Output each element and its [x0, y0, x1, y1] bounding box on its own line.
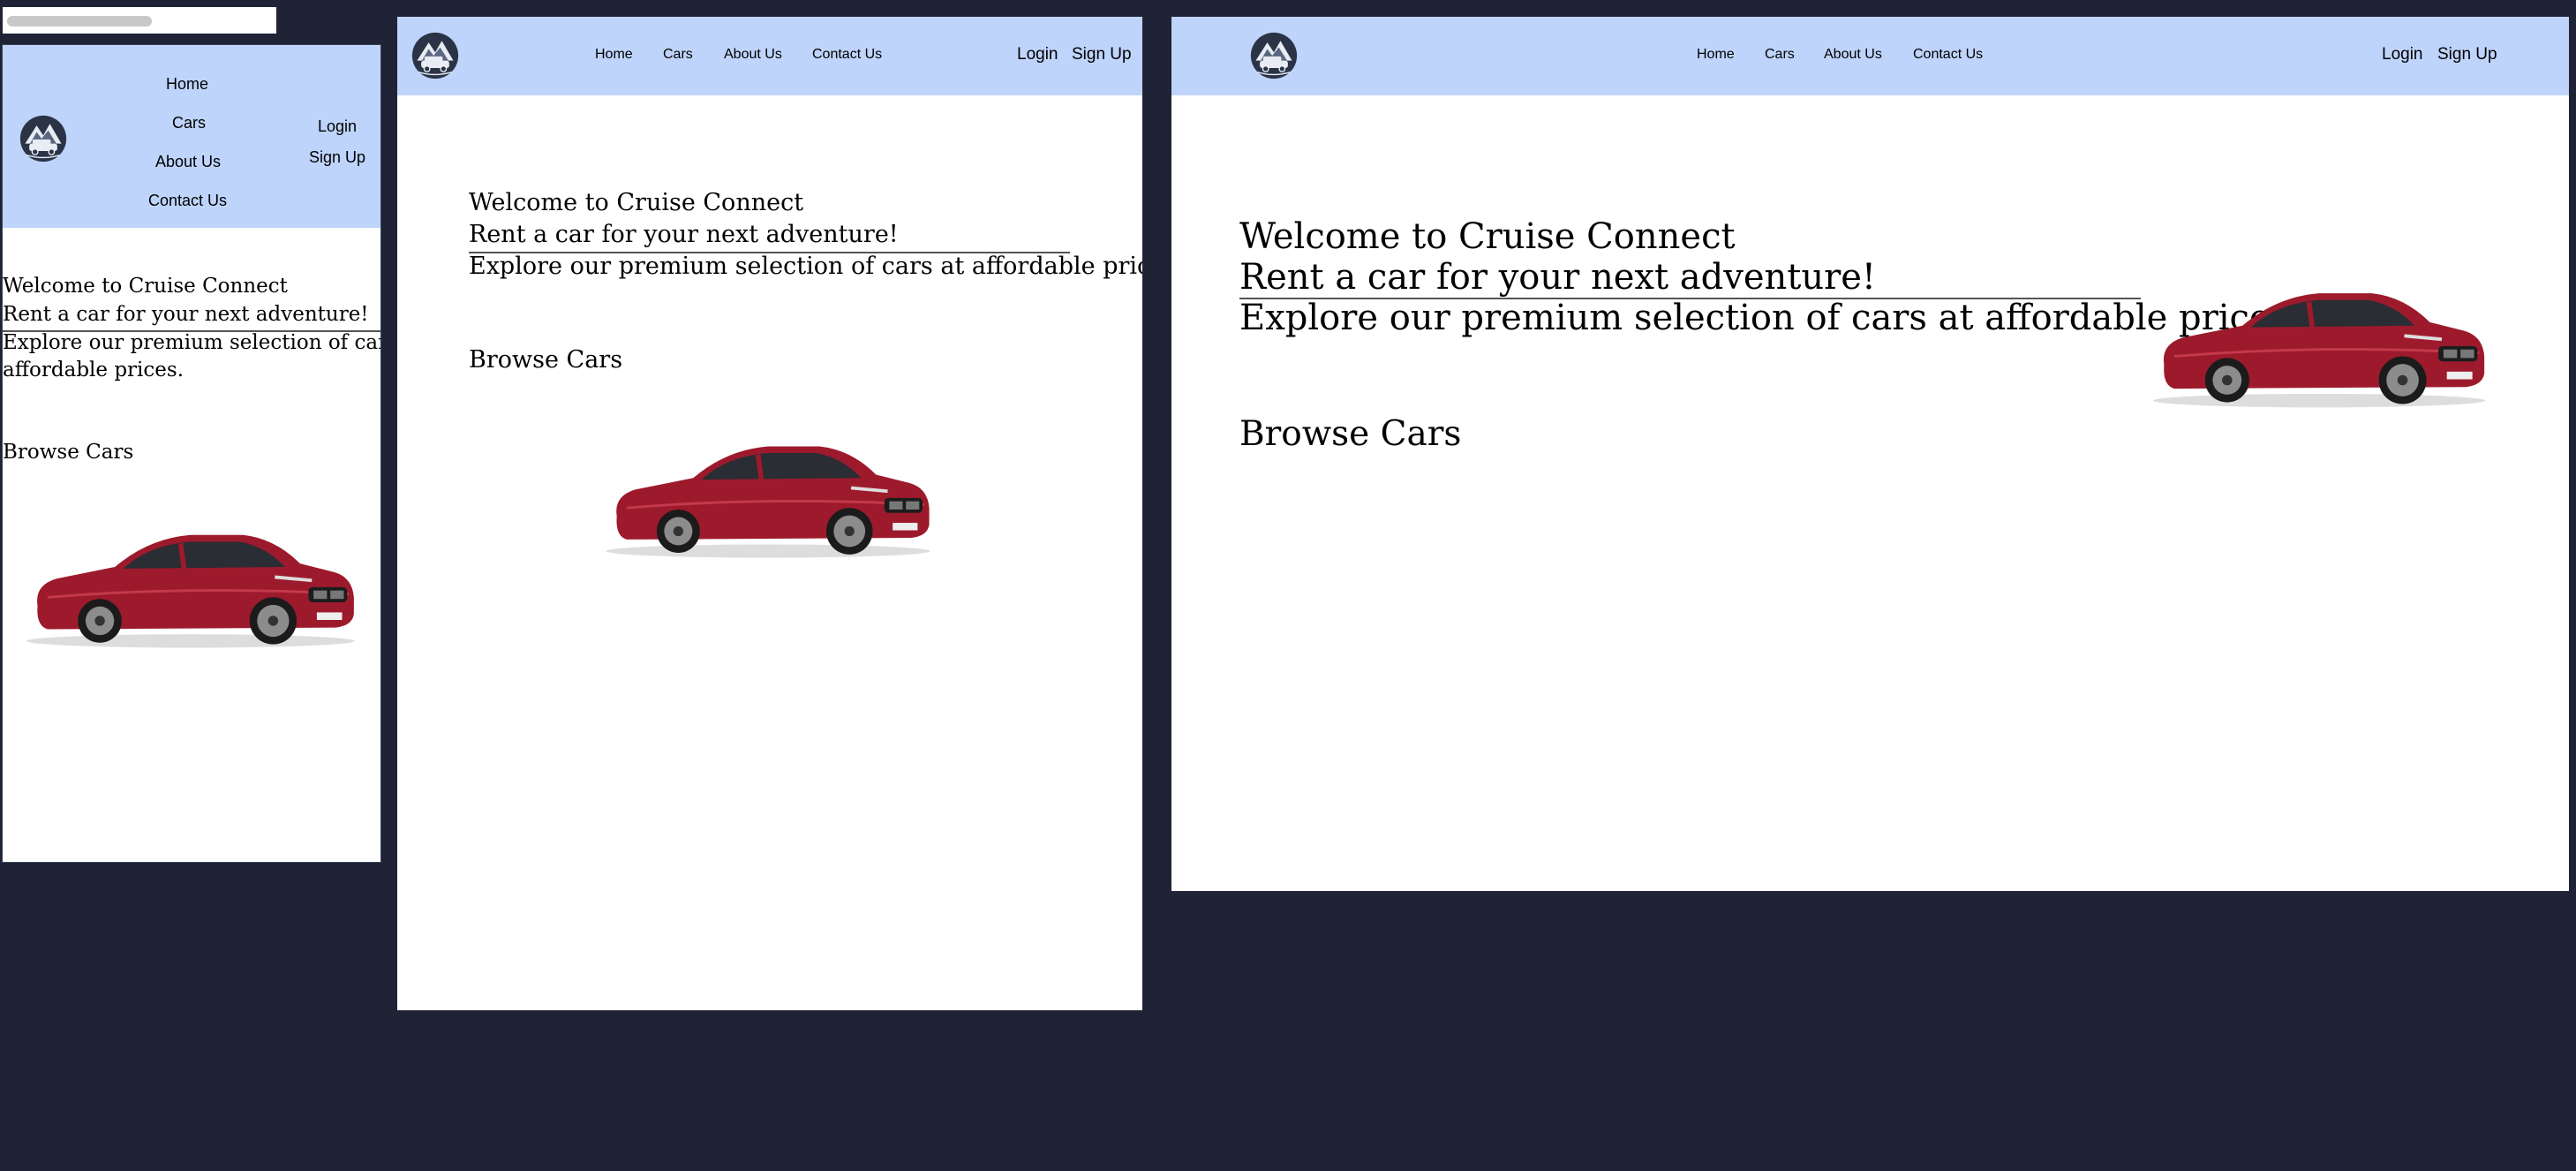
navbar: Home Cars About Us Contact Us Login Sign… [397, 17, 1142, 95]
navbar: Home Cars About Us Contact Us Login Sign… [1171, 17, 2569, 95]
navbar: Home Cars About Us Contact Us Login Sign… [3, 45, 380, 228]
browse-cars-link[interactable]: Browse Cars [469, 346, 622, 374]
nav-link-contact[interactable]: Contact Us [812, 47, 882, 63]
mountain-car-logo-icon[interactable] [1249, 31, 1299, 80]
nav-link-about[interactable]: About Us [724, 47, 782, 63]
hero-description: Explore our premium selection of cars at… [469, 253, 1142, 280]
browse-cars-link[interactable]: Browse Cars [1239, 414, 1461, 454]
browse-cars-link[interactable]: Browse Cars [3, 441, 133, 464]
hero-welcome: Welcome to Cruise Connect [469, 189, 804, 216]
tablet-preview: Home Cars About Us Contact Us Login Sign… [397, 17, 1142, 1010]
login-link[interactable]: Login [1017, 45, 1058, 64]
nav-link-home[interactable]: Home [595, 47, 633, 63]
hero-welcome: Welcome to Cruise Connect [1239, 216, 1736, 257]
desktop-preview: Home Cars About Us Contact Us Login Sign… [1171, 17, 2569, 891]
red-sedan-car-image [22, 513, 359, 656]
mountain-car-logo-icon[interactable] [19, 114, 68, 163]
mobile-preview: Home Cars About Us Contact Us Login Sign… [2, 44, 381, 863]
nav-link-cars[interactable]: Cars [663, 47, 693, 63]
signup-link[interactable]: Sign Up [1072, 45, 1132, 64]
nav-link-cars[interactable]: Cars [172, 114, 206, 132]
nav-link-about[interactable]: About Us [155, 153, 221, 171]
signup-link[interactable]: Sign Up [2437, 45, 2497, 64]
hero-tagline: Rent a car for your next adventure! [3, 303, 369, 326]
nav-link-contact[interactable]: Contact Us [148, 192, 227, 210]
nav-link-contact[interactable]: Contact Us [1913, 47, 1983, 63]
signup-link[interactable]: Sign Up [309, 148, 365, 167]
nav-link-home[interactable]: Home [166, 75, 208, 94]
nav-link-cars[interactable]: Cars [1765, 47, 1795, 63]
hero-tagline: Rent a car for your next adventure! [1239, 257, 1876, 298]
hero-description-line2: affordable prices. [3, 359, 185, 382]
login-link[interactable]: Login [2382, 45, 2423, 64]
red-sedan-car-image [600, 425, 936, 566]
hero-welcome: Welcome to Cruise Connect [3, 275, 288, 298]
login-link[interactable]: Login [318, 117, 357, 136]
hero-description-line1: Explore our premium selection of cars at [3, 331, 380, 354]
mountain-car-logo-icon[interactable] [411, 31, 460, 80]
nav-link-home[interactable]: Home [1697, 47, 1735, 63]
search-placeholder-bar [7, 16, 152, 26]
hero-tagline: Rent a car for your next adventure! [469, 221, 899, 248]
nav-link-about[interactable]: About Us [1824, 47, 1882, 63]
hero-description: Explore our premium selection of cars at… [1239, 298, 2300, 338]
red-sedan-car-image [2149, 271, 2489, 416]
